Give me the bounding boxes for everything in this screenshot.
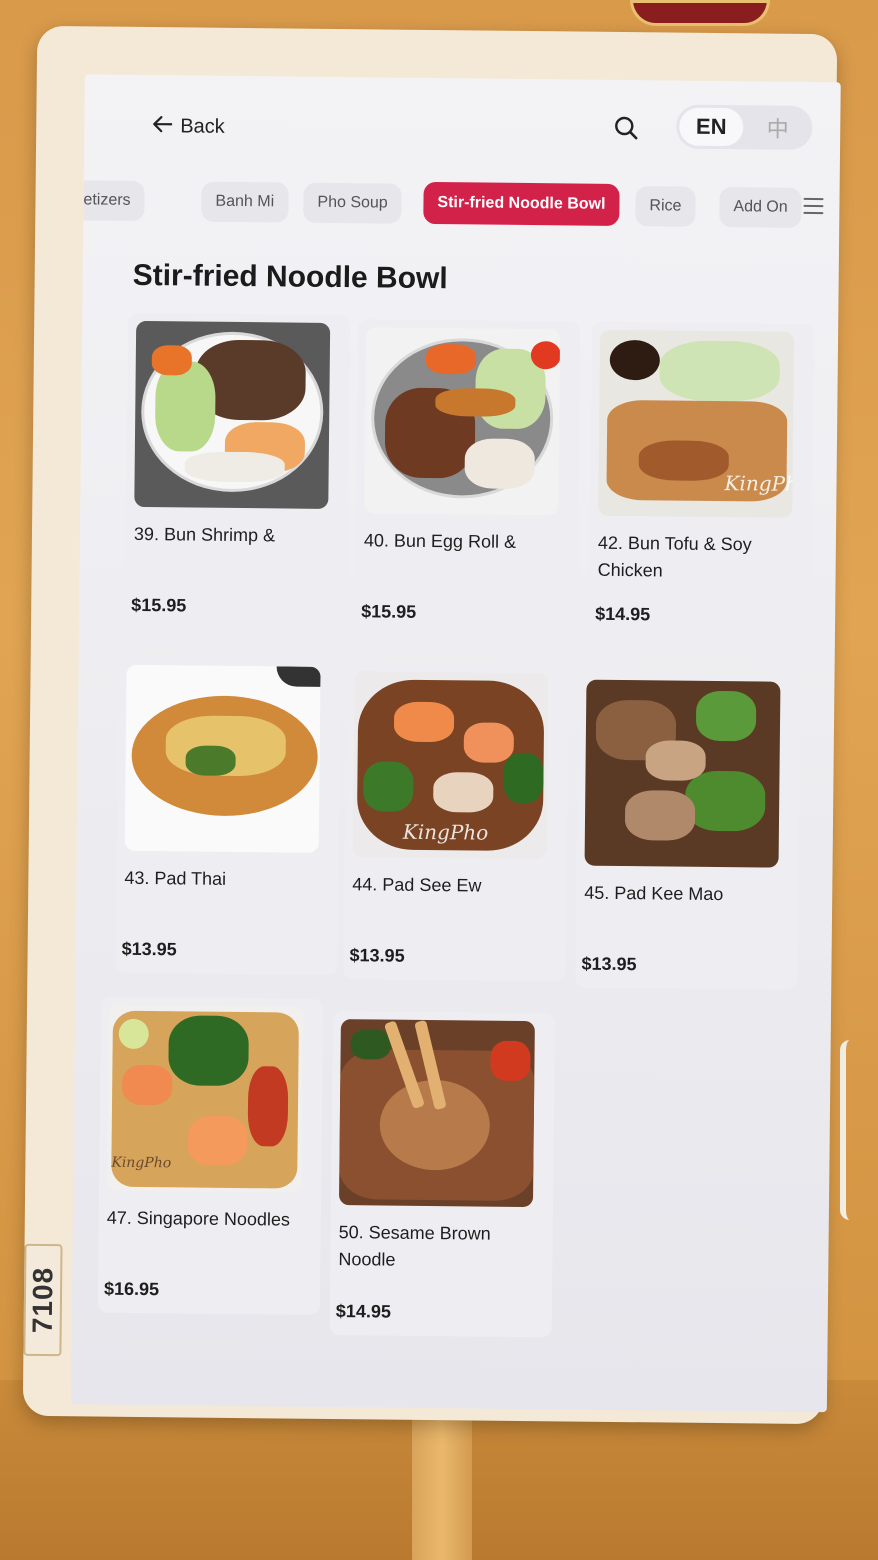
item-name: 50. Sesame Brown Noodle <box>338 1222 491 1270</box>
item-name: 42. Bun Tofu & Soy Chicken <box>597 532 752 581</box>
item-name: 44. Pad See Ew <box>352 874 482 896</box>
tab-appetizers[interactable]: etizers <box>70 180 145 221</box>
item-name: 45. Pad Kee Mao <box>584 882 724 905</box>
back-label: Back <box>180 114 225 138</box>
tab-rice[interactable]: Rice <box>635 186 696 227</box>
item-price: $16.95 <box>103 1278 160 1300</box>
food-image <box>338 1019 535 1208</box>
item-price: $13.95 <box>349 945 405 966</box>
menu-item-card[interactable]: 50. Sesame Brown Noodle $14.95 <box>329 1010 555 1338</box>
top-bar: Back EN 中 <box>84 74 841 178</box>
food-image <box>134 320 331 509</box>
section-title: Stir-fried Noodle Bowl <box>132 258 448 296</box>
food-image: KingPho <box>107 1004 304 1193</box>
item-price: $13.95 <box>581 953 637 975</box>
menu-item-card[interactable]: 45. Pad Kee Mao $13.95 <box>575 671 801 990</box>
category-tabs: etizers Banh Mi Pho Soup Stir-fried Nood… <box>70 178 839 232</box>
lang-zh-option[interactable]: 中 <box>743 111 812 144</box>
watermark-text: KingPho <box>402 819 489 845</box>
back-arrow-icon <box>152 113 173 139</box>
menu-item-card[interactable]: KingPho 44. Pad See Ew $13.95 <box>343 663 569 982</box>
food-image <box>124 664 321 853</box>
item-price: $14.95 <box>595 603 651 625</box>
search-icon[interactable] <box>612 114 642 144</box>
food-image: KingPho <box>352 671 549 860</box>
menu-item-card[interactable]: 39. Bun Shrimp & $15.95 <box>124 312 351 632</box>
back-button[interactable]: Back <box>152 113 225 140</box>
menu-item-card[interactable]: 43. Pad Thai $13.95 <box>115 656 341 976</box>
item-price: $13.95 <box>121 938 177 960</box>
menu-icon[interactable] <box>803 197 824 218</box>
lang-en-option[interactable]: EN <box>679 107 744 147</box>
item-price: $14.95 <box>335 1301 392 1322</box>
tab-stir-fried-noodle-bowl[interactable]: Stir-fried Noodle Bowl <box>423 181 620 226</box>
item-name: 40. Bun Egg Roll & <box>363 530 517 552</box>
watermark-text: KingPho <box>111 1154 172 1172</box>
item-price: $15.95 <box>361 601 417 622</box>
item-name: 43. Pad Thai <box>124 867 227 889</box>
menu-item-card[interactable]: KingPho 47. Singapore Noodles $16.95 <box>97 996 324 1315</box>
kiosk-screen: Back EN 中 etizers Banh Mi Pho Soup Stir-… <box>70 74 841 1413</box>
language-toggle[interactable]: EN 中 <box>676 104 813 150</box>
item-price: $15.95 <box>131 594 187 616</box>
food-image <box>364 327 561 516</box>
food-image <box>584 679 781 868</box>
item-name: 39. Bun Shrimp & <box>133 523 276 546</box>
menu-item-card[interactable]: KingPho 42. Bun Tofu & Soy Chicken $14.9… <box>588 321 815 640</box>
decor-badge <box>630 0 770 26</box>
tab-pho-soup[interactable]: Pho Soup <box>303 182 402 224</box>
food-image: KingPho <box>598 329 795 518</box>
tab-banh-mi[interactable]: Banh Mi <box>201 181 289 223</box>
kiosk-id-text: 7108 <box>26 1266 59 1334</box>
menu-item-card[interactable]: 40. Bun Egg Roll & $15.95 <box>354 319 581 638</box>
tab-add-on[interactable]: Add On <box>719 187 802 228</box>
kiosk-bezel: 7108 Back EN 中 etizers Banh Mi Pho Soup … <box>22 25 841 1425</box>
power-cable <box>840 1040 870 1220</box>
item-name: 47. Singapore Noodles <box>106 1207 291 1230</box>
watermark-text: KingPho <box>724 471 795 496</box>
kiosk-id-sticker: 7108 <box>23 1243 63 1357</box>
